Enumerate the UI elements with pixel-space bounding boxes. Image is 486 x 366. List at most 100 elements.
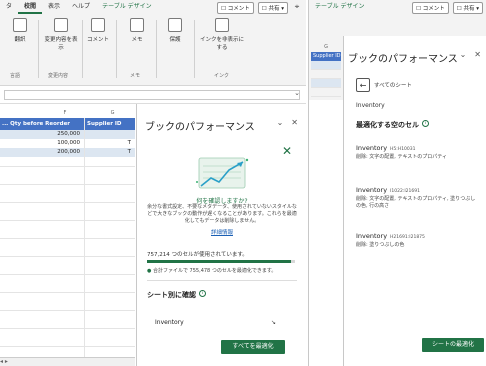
grid-line (0, 238, 135, 239)
translate-button[interactable]: 翻訳 (6, 18, 34, 43)
range-sheet: Inventory (356, 186, 388, 194)
table-row (311, 88, 341, 97)
pin-icon[interactable]: ⌖ (292, 2, 302, 12)
hide-ink-button[interactable]: インクを非表示にする (198, 18, 246, 51)
chevron-down-icon[interactable]: ⌄ (277, 118, 284, 127)
table-cell[interactable]: T (85, 139, 135, 148)
range-card[interactable]: Inventory I1022:I21691 削除: 文字の配置, テキストのプロ… (356, 186, 480, 210)
hide-ink-icon (215, 18, 229, 32)
share-button[interactable]: ☐ 共有 ▾ (257, 2, 288, 14)
share-button[interactable]: ☐ 共有 ▾ (452, 2, 483, 14)
range-sheet: Inventory (356, 144, 388, 152)
ribbon-separator (38, 20, 39, 78)
left-excel-window: タ 校閲 表示 ヘルプ テーブル デザイン ☐ コメント ☐ 共有 ▾ ⌖ 翻訳… (0, 0, 306, 366)
table-row (311, 79, 341, 88)
right-excel-window: テーブル デザイン ☐ コメント ☐ 共有 ▾ G Supplier ID ブッ… (308, 0, 486, 366)
show-changes-label: 変更内容を表示 (44, 37, 78, 51)
by-sheet-label: シート別に確認 (147, 291, 196, 299)
sheet-scrollbar[interactable]: ◂ ▸ (0, 357, 135, 366)
chevron-down-icon[interactable]: ⌄ (294, 89, 300, 97)
show-changes-button[interactable]: 変更内容を表示 (44, 18, 78, 51)
range-description: 削除: 塗りつぶしの色 (356, 242, 405, 248)
group-ink: インク (214, 73, 230, 79)
range-card[interactable]: Inventory H21691:I21875 削除: 塗りつぶしの色 (356, 232, 480, 249)
notes-label: メモ (131, 37, 143, 43)
tab-table-design[interactable]: テーブル デザイン (309, 0, 371, 14)
table-cell[interactable]: 100,000 (0, 139, 84, 148)
range-card-head: Inventory I1022:I21691 (356, 186, 480, 194)
table-cell[interactable]: T (85, 148, 135, 157)
comments-button[interactable]: ☐ コメント (217, 2, 254, 14)
tab-table-design[interactable]: テーブル デザイン (96, 0, 158, 14)
comment-ribbon-button[interactable]: コメント (84, 18, 112, 43)
pane-controls: ⌄ ✕ (460, 50, 481, 59)
column-header-f[interactable]: F (40, 110, 90, 118)
group-language: 言語 (10, 73, 21, 79)
range-description: 削除: 文字の配置, テキストのプロパティ (356, 154, 448, 160)
tab-review[interactable]: 校閲 (18, 0, 43, 14)
column-header-g[interactable]: G (311, 44, 341, 50)
show-changes-icon (54, 18, 68, 32)
notes-button[interactable]: メモ (124, 18, 150, 43)
by-sheet-heading: シート別に確認 i (147, 290, 206, 300)
table-cell[interactable]: 250,000 (0, 130, 84, 139)
optimize-sheet-button[interactable]: シートの最適化 (422, 338, 484, 352)
tab-actions: ☐ コメント ☐ 共有 ▾ ⌖ (217, 2, 302, 14)
workbook-performance-pane: ブックのパフォーマンス ⌄ ✕ ✕ 何を確認しますか? 余分な書式設定、不要なメ… (136, 104, 306, 366)
grid-line (0, 184, 135, 185)
range-card[interactable]: Inventory H5:H10031 削除: 文字の配置, テキストのプロパティ (356, 144, 480, 161)
back-label: すべてのシート (374, 83, 412, 89)
collapse-x-icon[interactable]: ✕ (282, 144, 292, 158)
translate-label: 翻訳 (14, 37, 26, 43)
group-notes: メモ (130, 73, 141, 79)
table-header-supplier[interactable]: Supplier ID (311, 52, 341, 61)
table-header-reorder-qty[interactable]: ... Qty before Reorder (0, 118, 84, 130)
range-description: 削除: 文字の配置, テキストのプロパティ, 塗りつぶしの色, 行の高さ (356, 196, 476, 209)
range-address: H21691:I21875 (390, 235, 425, 240)
back-to-all-sheets[interactable]: ← すべてのシート (356, 78, 412, 92)
ribbon: 翻訳 変更内容を表示 コメント メモ 保護 インクを非表示にする 言語 変更内容… (0, 14, 306, 86)
info-icon[interactable]: i (199, 290, 206, 297)
ribbon-separator (156, 20, 157, 78)
pane-title: ブックのパフォーマンス (145, 122, 255, 133)
formula-bar: ⌄ (0, 86, 306, 104)
section-label: 最適化する空のセル (356, 121, 419, 129)
grid-line (0, 166, 135, 167)
optimize-all-button[interactable]: すべてを最適化 (221, 340, 285, 354)
progress-fill (147, 260, 291, 263)
divider (147, 280, 297, 281)
translate-icon (13, 18, 27, 32)
share-label: 共有 (463, 6, 475, 12)
learn-more-link[interactable]: 詳細情報 (137, 228, 306, 236)
table-cell[interactable]: 200,000 (0, 148, 84, 157)
info-icon[interactable]: i (422, 120, 429, 127)
tab-help[interactable]: ヘルプ (66, 0, 96, 14)
comments-button[interactable]: ☐ コメント (412, 2, 449, 14)
ribbon-tabs: タ 校閲 表示 ヘルプ テーブル デザイン ☐ コメント ☐ 共有 ▾ ⌖ (0, 0, 306, 14)
back-arrow-icon[interactable]: ← (356, 78, 370, 92)
comment-ribbon-label: コメント (86, 37, 109, 43)
close-icon[interactable]: ✕ (291, 118, 298, 127)
share-label: 共有 (268, 6, 280, 12)
grid-line (0, 328, 135, 329)
tab-view[interactable]: 表示 (42, 0, 66, 14)
ribbon-separator (82, 20, 83, 78)
chevron-down-icon[interactable]: ⌄ (460, 50, 467, 59)
protect-label: 保護 (169, 37, 181, 43)
table-header-supplier[interactable]: Supplier ID (85, 118, 135, 130)
tab-data[interactable]: タ (0, 0, 18, 14)
range-card-head: Inventory H21691:I21875 (356, 232, 480, 240)
optimizable-text: ● 合計ファイルで 755,478 つのセルを最適化できます。 (147, 267, 276, 274)
chevron-right-icon[interactable]: ↘ (271, 319, 276, 326)
protect-button[interactable]: 保護 (162, 18, 188, 43)
tab-actions: ☐ コメント ☐ 共有 ▾ (412, 2, 483, 14)
workbook-performance-pane: ブックのパフォーマンス ⌄ ✕ ← すべてのシート Inventory 最適化す… (343, 36, 486, 366)
sheet-name: Inventory (356, 102, 385, 109)
formula-input[interactable] (4, 90, 300, 100)
close-icon[interactable]: ✕ (474, 50, 481, 59)
grid-line (0, 292, 135, 293)
sheet-item-inventory[interactable]: Inventory (155, 319, 184, 326)
grid-line (0, 346, 135, 347)
bullet-icon: ● (147, 268, 152, 274)
column-header-g[interactable]: G (90, 110, 135, 118)
